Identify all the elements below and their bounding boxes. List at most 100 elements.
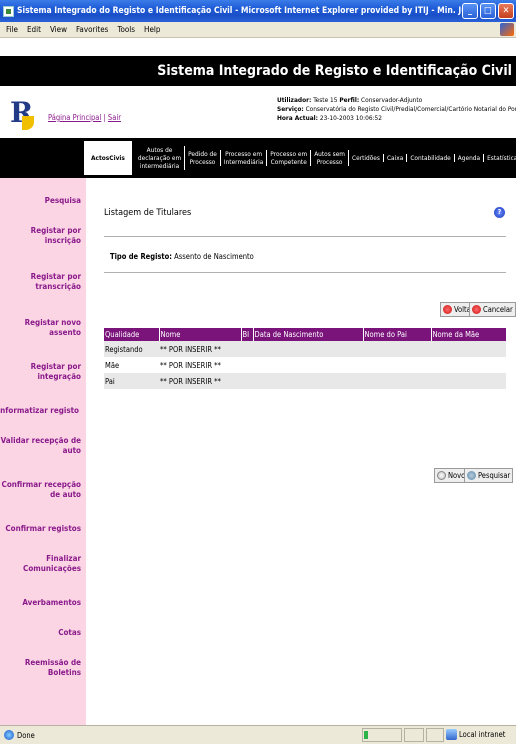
divider xyxy=(104,272,506,273)
table-cell xyxy=(431,373,506,389)
menu-view[interactable]: View xyxy=(50,25,67,34)
nav-tab-contabilidade[interactable]: Contabilidade xyxy=(407,154,455,162)
sidebar-item-registar-por-inscricao[interactable]: Registar por inscrição xyxy=(31,226,81,246)
registry-type-value: Assento de Nascimento xyxy=(174,252,254,261)
table-cell: ** POR INSERIR ** xyxy=(159,373,241,389)
table-header-row: Qualidade Nome BI Data de Nascimento Nome do… xyxy=(104,328,506,341)
sidebar-item-pesquisa[interactable]: Pesquisa xyxy=(45,196,81,206)
nav-tab-estatisticas[interactable]: Estatísticas xyxy=(484,154,516,162)
column-header-qualidade[interactable]: Qualidade xyxy=(104,328,160,341)
menu-bar: File Edit View Favorites Tools Help xyxy=(0,22,516,38)
current-time: 23-10-2003 10:06:52 xyxy=(319,114,382,122)
column-header-nome-da-mae[interactable]: Nome da Mãe xyxy=(431,328,506,341)
nav-tab-autos-sem-processo[interactable]: Autos sem Processo xyxy=(311,150,350,166)
sidebar-item-cotas[interactable]: Cotas xyxy=(58,628,81,638)
logout-link[interactable]: Sair xyxy=(108,113,121,122)
table-cell xyxy=(241,341,253,357)
nav-tab-actoscivis[interactable]: ActosCivis xyxy=(84,141,132,175)
cancelar-button[interactable]: Cancelar xyxy=(469,302,516,317)
table-cell xyxy=(253,341,363,357)
home-link[interactable]: Página Principal xyxy=(48,113,101,122)
sidebar-item-confirmar-registos[interactable]: Confirmar registos xyxy=(5,524,81,534)
table-row[interactable]: Registando ** POR INSERIR ** xyxy=(104,341,506,357)
table-cell xyxy=(253,357,363,373)
info-bar: R Página Principal | Sair Utilizador: Te… xyxy=(0,86,516,138)
page-top-gap xyxy=(0,38,516,56)
system-title: Sistema Integrado de Registo e Identific… xyxy=(157,63,512,79)
intranet-zone-icon xyxy=(446,729,457,740)
nav-tab-certidoes[interactable]: Certidões xyxy=(349,154,384,162)
nav-tab-pedido-de-processo[interactable]: Pedido de Processo xyxy=(185,150,221,166)
table-cell: ** POR INSERIR ** xyxy=(160,360,221,370)
table-cell xyxy=(363,341,431,357)
sidebar-item-informatizar-registo[interactable]: Informatizar registo xyxy=(0,406,79,416)
menu-help[interactable]: Help xyxy=(144,25,160,34)
sidebar-item-reemissao-de-boletins[interactable]: Reemissão de Boletins xyxy=(25,658,81,678)
windows-flag-icon xyxy=(500,23,514,36)
main-content: Listagem de Titulares ? Tipo de Registo:… xyxy=(86,178,516,725)
column-header-data-de-nascimento[interactable]: Data de Nascimento xyxy=(253,328,364,341)
user-profile: Conservador-Adjunto xyxy=(361,96,423,104)
sidebar-item-finalizar-comunicacoes[interactable]: Finalizar Comunicações xyxy=(23,554,81,574)
sidebar-item-registar-por-integracao[interactable]: Registar por integração xyxy=(31,362,81,382)
window-title-bar: Sistema Integrado do Registo e Identific… xyxy=(0,0,516,22)
menu-tools[interactable]: Tools xyxy=(117,25,135,34)
sidebar: Pesquisa Registar por inscrição Registar p… xyxy=(0,178,86,725)
new-icon xyxy=(437,471,446,480)
nav-tab-processo-em-competente[interactable]: Processo em Competente xyxy=(267,150,312,166)
ie-page-icon xyxy=(4,730,14,740)
close-button[interactable]: ✕ xyxy=(498,3,514,19)
table-row[interactable]: Pai ** POR INSERIR ** xyxy=(104,373,506,389)
user-info: Utilizador: Teste 15 Perfil: Conservador… xyxy=(277,96,516,123)
window-title: Sistema Integrado do Registo e Identific… xyxy=(17,6,462,16)
table-cell xyxy=(241,373,253,389)
menu-edit[interactable]: Edit xyxy=(27,25,41,34)
minimize-button[interactable]: _ xyxy=(462,3,478,19)
table-cell: Mãe xyxy=(105,360,120,370)
table-body: Registando ** POR INSERIR ** Mãe ** POR INS… xyxy=(104,341,506,389)
ie-app-icon xyxy=(3,5,14,17)
column-header-nome-do-pai[interactable]: Nome do Pai xyxy=(363,328,432,341)
column-header-nome[interactable]: Nome xyxy=(159,328,242,341)
table-cell xyxy=(253,373,363,389)
divider xyxy=(104,236,506,237)
security-zone: Local intranet xyxy=(446,729,505,740)
table-cell xyxy=(363,357,431,373)
user-service: Conservatória do Registo Civil/Predial/C… xyxy=(305,105,516,113)
table-cell: Pai xyxy=(104,373,159,389)
menu-favorites[interactable]: Favorites xyxy=(76,25,108,34)
nav-tabs: ActosCivis Autos de declaração em interme… xyxy=(84,141,516,175)
pesquisar-button[interactable]: Pesquisar xyxy=(464,468,514,483)
table-cell xyxy=(363,373,431,389)
table-cell xyxy=(241,357,253,373)
table-cell: ** POR INSERIR ** xyxy=(159,341,241,357)
nav-tab-autos-de-declaracao-em-intermediaria[interactable]: Autos de declaração em intermediária xyxy=(135,146,186,170)
search-icon xyxy=(467,471,476,480)
table-cell xyxy=(431,357,506,373)
titulares-table: Qualidade Nome BI Data de Nascimento Nome do… xyxy=(104,328,506,389)
sidebar-item-registar-por-transcricao[interactable]: Registar por transcrição xyxy=(31,272,81,292)
table-cell xyxy=(431,341,506,357)
ric-logo: R xyxy=(10,96,34,130)
sidebar-item-registar-novo-assento[interactable]: Registar novo assento xyxy=(25,318,81,338)
sidebar-item-averbamentos[interactable]: Averbamentos xyxy=(22,598,81,608)
user-name: Teste 15 xyxy=(313,96,338,104)
progress-segment xyxy=(362,728,402,742)
table-row[interactable]: Mãe ** POR INSERIR ** xyxy=(104,357,506,373)
page-title: Listagem de Titulares xyxy=(104,208,192,218)
maximize-button[interactable]: □ xyxy=(480,3,496,19)
status-bar: Done Local intranet xyxy=(0,725,516,744)
sidebar-item-confirmar-recepcao-de-auto[interactable]: Confirmar recepção de auto xyxy=(2,480,81,500)
nav-tab-agenda[interactable]: Agenda xyxy=(455,154,485,162)
back-arrow-icon xyxy=(443,305,452,314)
nav-tab-processo-em-intermediaria[interactable]: Processo em Intermediária xyxy=(221,150,268,166)
page-header: Sistema Integrado de Registo e Identific… xyxy=(0,56,516,86)
status-segment xyxy=(404,728,424,742)
sidebar-item-validar-recepcao-de-auto[interactable]: Validar recepção de auto xyxy=(1,436,81,456)
help-icon[interactable]: ? xyxy=(494,207,505,218)
registry-type: Tipo de Registo: Assento de Nascimento xyxy=(110,252,254,261)
menu-file[interactable]: File xyxy=(6,25,18,34)
column-header-bi[interactable]: BI xyxy=(241,328,254,341)
status-segment xyxy=(426,728,444,742)
nav-tab-caixa[interactable]: Caixa xyxy=(384,154,408,162)
